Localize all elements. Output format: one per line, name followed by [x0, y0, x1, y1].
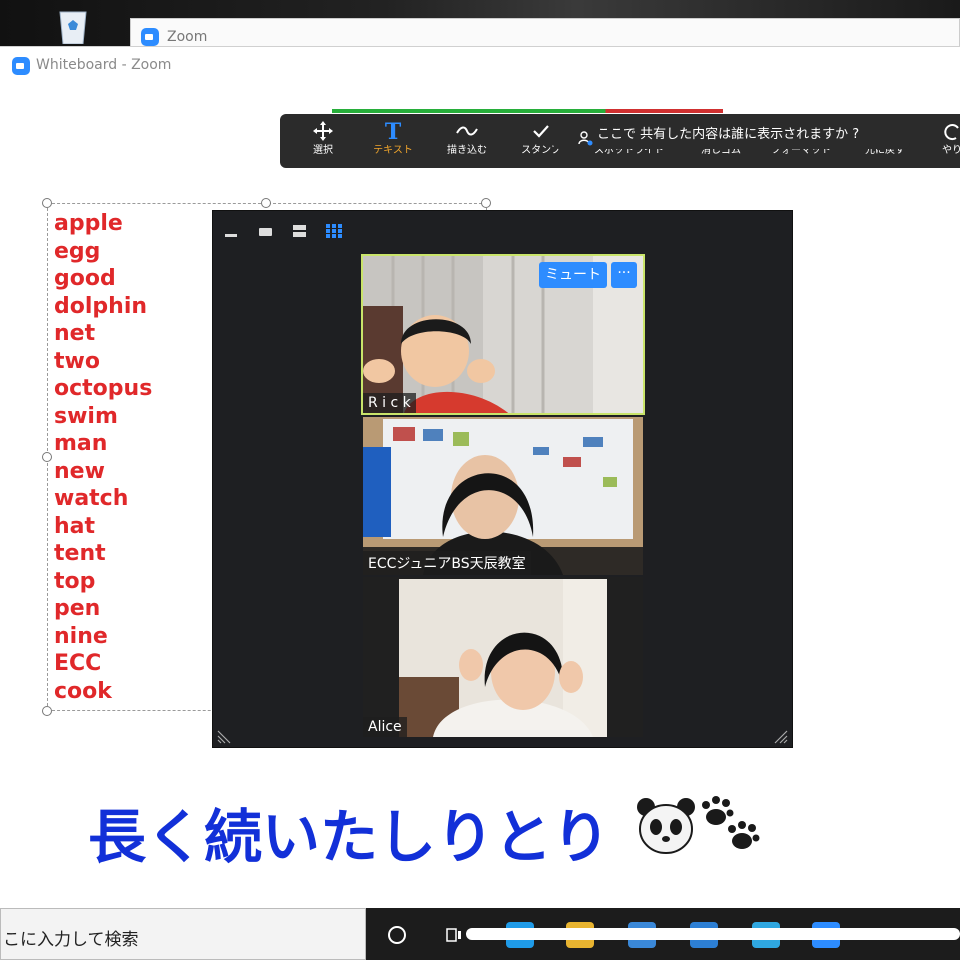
word-item: new	[54, 458, 105, 484]
word-item: top	[54, 568, 96, 594]
word-item: octopus	[54, 376, 153, 401]
panda-paw-emoji-icon	[636, 795, 766, 861]
word-item: watch	[54, 486, 129, 511]
word-item: hat	[54, 513, 96, 539]
video-tile-teacher[interactable]: ECCジュニアBS天辰教室	[363, 417, 643, 575]
tool-label: テキスト	[373, 145, 413, 156]
word-item: dolphin	[54, 293, 148, 319]
word-item: cook	[54, 678, 112, 704]
minimize-view-icon[interactable]	[223, 223, 241, 239]
text-t-icon: T	[384, 119, 402, 145]
participant-name: Alice	[363, 717, 407, 737]
word-item: nine	[54, 623, 108, 649]
gallery-view-icon[interactable]	[325, 223, 343, 239]
taskbar-search-input[interactable]: こに入力して検索	[0, 908, 366, 960]
desktop-background: Zoom	[0, 0, 960, 58]
video-tile-rick[interactable]: R i c k ミュート ···	[361, 254, 645, 415]
participant-name: R i c k	[363, 393, 416, 413]
draw-squiggle-icon	[432, 120, 502, 144]
word-item: man	[54, 431, 108, 456]
video-tile-alice[interactable]: Alice	[363, 577, 643, 737]
recycle-bin-icon[interactable]	[48, 8, 98, 45]
resize-handle[interactable]	[42, 706, 52, 716]
shiritori-word-list[interactable]: apple egg good dolphin net two octopus s…	[54, 210, 152, 705]
mute-button[interactable]: ミュート	[539, 262, 607, 288]
word-item: swim	[54, 403, 118, 429]
resize-handle[interactable]	[481, 198, 491, 208]
zoom-logo-icon	[12, 57, 30, 75]
toolbar-status-bar	[332, 109, 723, 113]
word-item: pen	[54, 596, 101, 621]
whiteboard-caption: 長く続いたしりとり	[88, 803, 611, 871]
search-placeholder: こに入力して検索	[3, 930, 139, 950]
participant-video	[363, 577, 643, 737]
move-arrows-icon	[288, 120, 358, 144]
resize-grip-icon[interactable]	[217, 729, 231, 744]
share-visibility-tip[interactable]: ここで 共有した内容は誰に表示されますか ?	[553, 121, 910, 149]
tool-text[interactable]: T テキスト	[358, 120, 428, 164]
resize-handle[interactable]	[42, 452, 52, 462]
zoom-logo-icon	[141, 28, 159, 46]
single-view-icon[interactable]	[257, 223, 275, 239]
video-gallery-panel[interactable]: R i c k ミュート ··· ECCジュニアBS天辰教室 Alice	[212, 210, 793, 748]
resize-handle[interactable]	[42, 198, 52, 208]
cortana-icon[interactable]	[388, 926, 406, 944]
share-tip-text: ここで 共有した内容は誰に表示されますか ?	[597, 127, 860, 142]
word-item: egg	[54, 238, 101, 264]
redo-icon	[920, 120, 960, 144]
tool-label: やり	[942, 145, 960, 156]
tool-label: 選択	[313, 145, 333, 156]
word-item: good	[54, 266, 116, 291]
resize-grip-icon[interactable]	[774, 729, 788, 744]
tool-select[interactable]: 選択	[288, 120, 358, 164]
word-item: net	[54, 321, 96, 346]
word-item: ECC	[54, 651, 102, 676]
word-item: tent	[54, 541, 106, 566]
word-item: two	[54, 348, 100, 374]
zoom-main-window-title: Zoom	[167, 29, 208, 45]
resize-handle[interactable]	[261, 198, 271, 208]
person-info-icon	[577, 128, 593, 156]
word-item: apple	[54, 211, 123, 236]
tool-label: 描き込む	[447, 145, 487, 156]
task-view-icon[interactable]	[446, 926, 464, 944]
more-options-button[interactable]: ···	[611, 262, 637, 288]
participant-name: ECCジュニアBS天辰教室	[363, 551, 531, 575]
window-title: Whiteboard - Zoom	[36, 57, 172, 73]
taskbar-overlay-bar	[466, 928, 960, 940]
speaker-view-icon[interactable]	[291, 223, 309, 239]
tool-draw[interactable]: 描き込む	[432, 120, 502, 164]
tool-redo[interactable]: やり	[920, 120, 960, 164]
